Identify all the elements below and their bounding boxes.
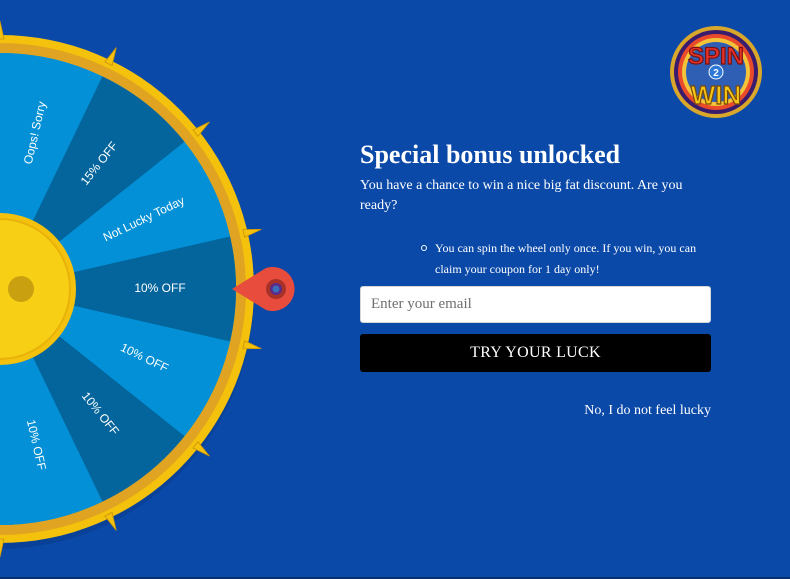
logo-text-mid: 2 bbox=[713, 68, 719, 79]
popup-subtitle: You have a chance to win a nice big fat … bbox=[360, 178, 683, 213]
wheel-slice-label: 10% OFF bbox=[134, 281, 185, 295]
circle-bullet-icon bbox=[421, 245, 427, 251]
email-input[interactable] bbox=[360, 286, 711, 323]
prize-wheel[interactable]: Oops! Sorry 15% OFFNot Lucky Today10% OFF… bbox=[0, 0, 320, 579]
try-your-luck-button[interactable]: TRY YOUR LUCK bbox=[360, 334, 711, 372]
rules-list-item: You can spin the wheel only once. If you… bbox=[421, 238, 712, 280]
wheel-hub-center bbox=[8, 276, 34, 302]
rules-list: You can spin the wheel only once. If you… bbox=[360, 238, 712, 280]
popup-title: Special bonus unlocked bbox=[360, 140, 621, 169]
wheel-peg bbox=[242, 228, 262, 238]
wheel-peg bbox=[0, 20, 5, 40]
spin-to-win-logo: SPIN 2 WIN bbox=[668, 24, 764, 120]
wheel-peg bbox=[242, 340, 262, 350]
logo-text-bottom: WIN bbox=[691, 80, 742, 110]
decline-link[interactable]: No, I do not feel lucky bbox=[584, 403, 711, 419]
popup-content: Special bonus unlocked You have a chance… bbox=[360, 140, 712, 418]
rule-text: You can spin the wheel only once. If you… bbox=[435, 241, 697, 276]
